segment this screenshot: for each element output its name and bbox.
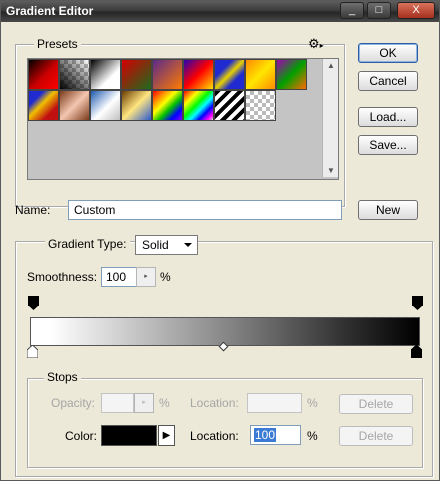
preset-swatch[interactable] — [28, 90, 59, 121]
preset-swatch[interactable] — [59, 59, 90, 90]
preset-swatch[interactable] — [90, 90, 121, 121]
gradient-editor-window: Gradient Editor _ □ X Presets ⚙▸ ▲ ▼ OK … — [0, 0, 440, 481]
preset-swatch[interactable] — [121, 90, 152, 121]
preset-swatch[interactable] — [28, 59, 59, 90]
color-label: Color: — [65, 429, 98, 443]
smoothness-unit: % — [160, 270, 171, 284]
gradient-preview-bar[interactable] — [30, 317, 420, 346]
stop-color-swatch[interactable] — [101, 425, 157, 446]
stops-group — [27, 378, 423, 468]
close-button[interactable]: X — [397, 2, 435, 19]
opacity-location-unit: % — [307, 396, 318, 410]
preset-swatch[interactable] — [152, 59, 183, 90]
opacity-location-label: Location: — [190, 396, 239, 410]
chevron-down-icon — [184, 243, 192, 247]
preset-swatch[interactable] — [90, 59, 121, 90]
preset-swatch[interactable] — [245, 59, 276, 90]
preset-swatch[interactable] — [183, 90, 214, 121]
name-label: Name: — [15, 203, 51, 217]
presets-label: Presets — [34, 37, 81, 51]
minimize-button[interactable]: _ — [340, 2, 364, 19]
gear-icon[interactable]: ⚙▸ — [308, 36, 324, 52]
opacity-stop-right[interactable] — [412, 296, 423, 310]
stops-label: Stops — [44, 370, 81, 384]
opacity-label: Opacity: — [51, 396, 96, 410]
maximize-button[interactable]: □ — [367, 2, 391, 19]
gradient-type-dropdown[interactable]: Solid — [135, 235, 198, 255]
preset-swatch[interactable] — [183, 59, 214, 90]
window-title: Gradient Editor — [6, 4, 94, 18]
dialog-body: Presets ⚙▸ ▲ ▼ OK Cancel Load... Save...… — [4, 22, 436, 479]
preset-swatch[interactable] — [121, 59, 152, 90]
preset-swatches: ▲ ▼ — [27, 58, 339, 180]
color-menu-arrow-icon[interactable]: ▶ — [158, 425, 175, 446]
new-button[interactable]: New — [358, 200, 418, 220]
color-location-label: Location: — [190, 429, 239, 443]
gradient-type-value: Solid — [142, 238, 169, 252]
smoothness-label: Smoothness: — [27, 270, 98, 284]
smoothness-stepper[interactable]: ▸ — [136, 267, 156, 287]
delete-opacity-stop-button[interactable]: Delete — [339, 394, 413, 414]
delete-color-stop-button[interactable]: Delete — [339, 426, 413, 446]
preset-swatch[interactable] — [152, 90, 183, 121]
swatch-scrollbar[interactable]: ▲ ▼ — [322, 59, 338, 177]
preset-swatch[interactable] — [59, 90, 90, 121]
preset-swatch[interactable] — [276, 59, 307, 90]
name-field[interactable]: Custom — [68, 200, 342, 220]
save-button[interactable]: Save... — [358, 135, 418, 155]
color-stop-right[interactable] — [411, 345, 422, 358]
preset-swatch[interactable] — [214, 90, 245, 121]
color-location-unit: % — [307, 429, 318, 443]
opacity-unit: % — [159, 396, 170, 410]
color-location-field[interactable]: 100 — [250, 425, 301, 445]
preset-swatch[interactable] — [245, 90, 276, 121]
scroll-up-icon[interactable]: ▲ — [327, 61, 335, 70]
opacity-location-field[interactable] — [247, 393, 302, 413]
opacity-stepper[interactable]: ▸ — [134, 393, 154, 413]
ok-button[interactable]: OK — [358, 43, 418, 63]
cancel-button[interactable]: Cancel — [358, 71, 418, 91]
color-location-value: 100 — [254, 428, 277, 442]
preset-swatch[interactable] — [214, 59, 245, 90]
scroll-down-icon[interactable]: ▼ — [327, 166, 335, 175]
opacity-field[interactable] — [101, 393, 134, 413]
gradient-type-label: Gradient Type: — [45, 237, 130, 251]
title-bar[interactable]: Gradient Editor _ □ X — [1, 1, 439, 22]
color-stop-left[interactable] — [27, 345, 38, 358]
opacity-stop-left[interactable] — [28, 296, 39, 310]
smoothness-field[interactable]: 100 — [101, 267, 137, 287]
load-button[interactable]: Load... — [358, 107, 418, 127]
